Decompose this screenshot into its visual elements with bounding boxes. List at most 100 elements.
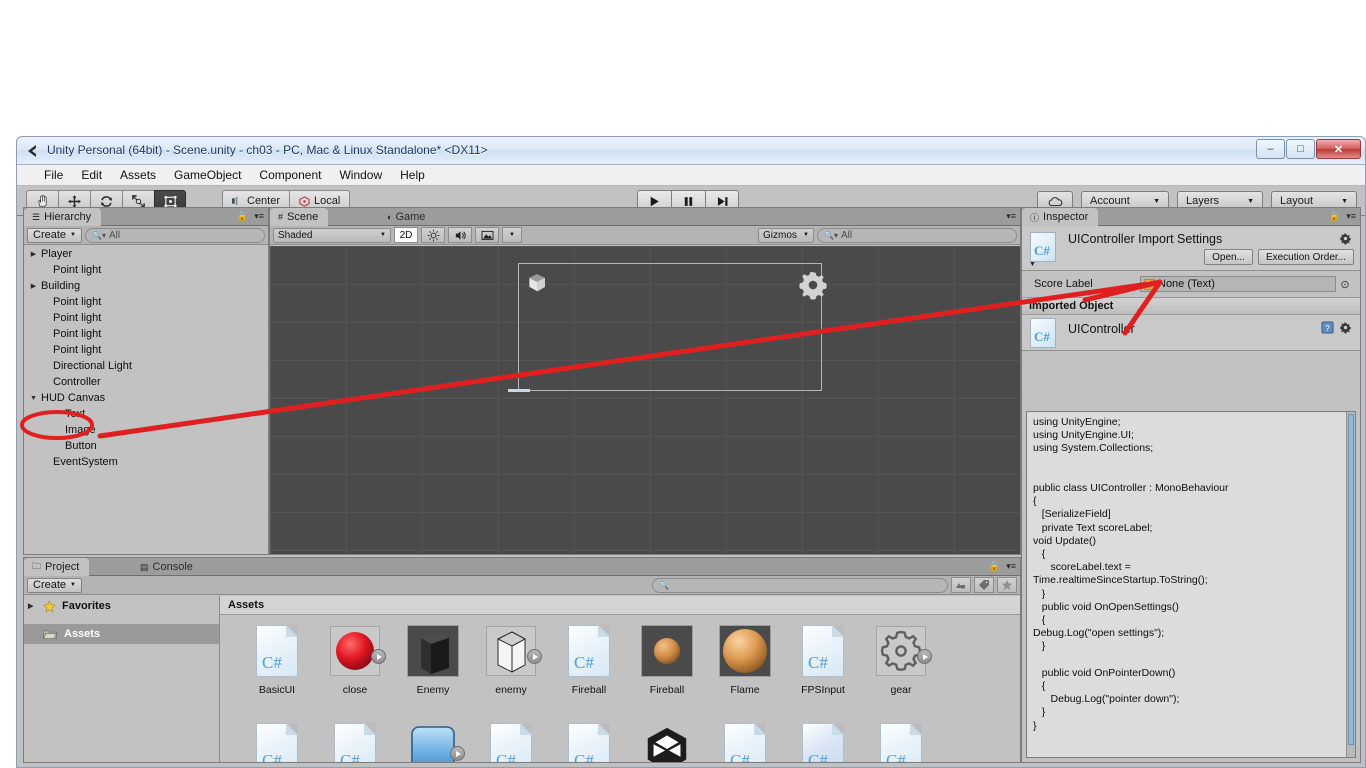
import-buttons-row: Open... Execution Order... [1204,249,1354,265]
gear-icon[interactable] [1339,232,1352,248]
project-tree-item[interactable]: Assets [24,624,219,644]
asset-item[interactable]: C#MouseLook [238,721,316,762]
menu-assets[interactable]: Assets [111,166,165,184]
asset-item[interactable]: C# [862,721,940,762]
csharp-file-icon: C# [256,723,298,762]
tab-inspector[interactable]: ⓘ Inspector [1022,208,1099,226]
tab-project[interactable]: 🗀 Project [24,558,90,576]
asset-item[interactable]: enemy [472,623,550,721]
tab-game[interactable]: ◖ Game [378,208,435,226]
hierarchy-item[interactable]: ▶Point light [24,310,268,326]
scene-viewport[interactable] [270,246,1020,554]
tab-console[interactable]: ▤ Console [132,558,203,576]
lock-icon[interactable]: 🔒 [989,561,1000,572]
hierarchy-item[interactable]: ▶Text [24,406,268,422]
project-tree-item[interactable]: ▶ Favorites [24,596,219,616]
scene-audio-toggle[interactable] [448,227,472,243]
gear-icon[interactable] [1339,321,1352,337]
hierarchy-item[interactable]: ▶Point light [24,326,268,342]
scene-effects-toggle[interactable] [475,227,499,243]
scene-effects-dropdown[interactable]: ▼ [502,227,522,243]
hierarchy-item[interactable]: ▶Directional Light [24,358,268,374]
chevron-down-icon[interactable]: ▼ [1029,261,1036,268]
asset-item[interactable]: C# FPSInput [784,623,862,721]
chevron-right-icon[interactable]: ▶ [28,282,39,290]
filter-by-type-button[interactable] [951,577,971,593]
lock-icon[interactable]: 🔒 [1329,211,1340,222]
layers-label: Layers [1186,195,1220,207]
menu-window[interactable]: Window [330,166,391,184]
asset-item[interactable] [628,721,706,762]
help-icon[interactable]: ? [1321,321,1334,337]
asset-item[interactable]: Enemy [394,623,472,721]
asset-item[interactable]: C# [550,721,628,762]
chevron-right-icon[interactable]: ▶ [28,602,38,610]
execution-order-button[interactable]: Execution Order... [1257,249,1354,265]
scene-lighting-toggle[interactable] [421,227,445,243]
chevron-right-icon[interactable]: ▶ [28,250,39,258]
canvas-selection-handle[interactable] [508,389,530,392]
project-create-button[interactable]: Create ▼ [27,577,82,593]
favorites-button[interactable] [997,577,1017,593]
score-label-object-field[interactable]: T None (Text) [1140,276,1336,292]
asset-item[interactable]: C# [784,721,862,762]
screen-root: Unity Personal (64bit) - Scene.unity - c… [0,0,1366,768]
code-scrollbar[interactable] [1346,412,1355,757]
lock-icon[interactable]: 🔒 [237,211,248,222]
panel-menu-icon[interactable]: ▾≡ [1346,211,1356,222]
asset-item[interactable]: Flame [706,623,784,721]
hierarchy-item[interactable]: ▶ Building [24,278,268,294]
menu-component[interactable]: Component [250,166,330,184]
menu-edit[interactable]: Edit [72,166,111,184]
hierarchy-item[interactable]: ▶EventSystem [24,454,268,470]
hierarchy-search-input[interactable]: 🔍▾ All [84,227,265,243]
asset-item[interactable] [394,721,472,762]
asset-item[interactable]: gear [862,623,940,721]
prefab-badge-icon [450,746,465,761]
tab-hierarchy[interactable]: ☰ Hierarchy [24,208,102,226]
hierarchy-create-button[interactable]: Create ▼ [27,227,82,243]
panel-menu-icon[interactable]: ▾≡ [1006,561,1016,572]
asset-item[interactable]: C# Fireball [550,623,628,721]
maximize-button[interactable]: □ [1286,139,1315,159]
open-button[interactable]: Open... [1204,249,1253,265]
asset-grid[interactable]: C# BasicUI close Enemy enemy C# Fireball Fireba… [220,615,1020,762]
asset-item[interactable]: C# [472,721,550,762]
code-scrollbar-thumb[interactable] [1348,414,1354,746]
hierarchy-item[interactable]: ▶Image [24,422,268,438]
hierarchy-list[interactable]: ▶Player▶Point light▶Building▶Point light… [24,246,268,554]
chevron-right-icon: ▶ [40,298,51,306]
menu-gameobject[interactable]: GameObject [165,166,250,184]
hierarchy-subbar: Create ▼ 🔍▾ All [24,226,268,245]
panel-menu-icon[interactable]: ▾≡ [1006,211,1016,222]
scene-search-input[interactable]: 🔍▾ All [817,227,1017,243]
shading-mode-dropdown[interactable]: Shaded ▼ [273,227,391,243]
gizmos-label: Gizmos [763,229,797,241]
hierarchy-item[interactable]: ▶ Player [24,246,268,262]
asset-item[interactable]: C# BasicUI [238,623,316,721]
asset-item[interactable]: close [316,623,394,721]
asset-item[interactable]: C# [316,721,394,762]
asset-item[interactable]: C# [706,721,784,762]
hierarchy-item[interactable]: ▼ HUD Canvas [24,390,268,406]
toggle-2d-button[interactable]: 2D [394,227,418,243]
tab-scene[interactable]: # Scene [270,208,329,226]
chevron-down-icon[interactable]: ▼ [28,395,39,402]
panel-menu-icon[interactable]: ▾≡ [254,211,264,222]
minimize-button[interactable]: – [1256,139,1285,159]
object-picker-icon[interactable]: ⊙ [1336,278,1354,291]
hierarchy-item[interactable]: ▶Point light [24,262,268,278]
filter-by-label-button[interactable] [974,577,994,593]
project-folder-tree[interactable]: ▶ Favorites Assets [24,596,220,762]
asset-item[interactable]: Fireball [628,623,706,721]
close-button[interactable]: ✕ [1316,139,1361,159]
hierarchy-item[interactable]: ▶Button [24,438,268,454]
hierarchy-item[interactable]: ▶Controller [24,374,268,390]
menu-help[interactable]: Help [391,166,434,184]
menu-file[interactable]: File [35,166,72,184]
gizmos-dropdown[interactable]: Gizmos ▼ [758,227,814,243]
hierarchy-item[interactable]: ▶Point light [24,342,268,358]
hierarchy-item[interactable]: ▶Point light [24,294,268,310]
asset-label: close [342,684,368,696]
project-search-input[interactable]: 🔍 [652,577,948,593]
